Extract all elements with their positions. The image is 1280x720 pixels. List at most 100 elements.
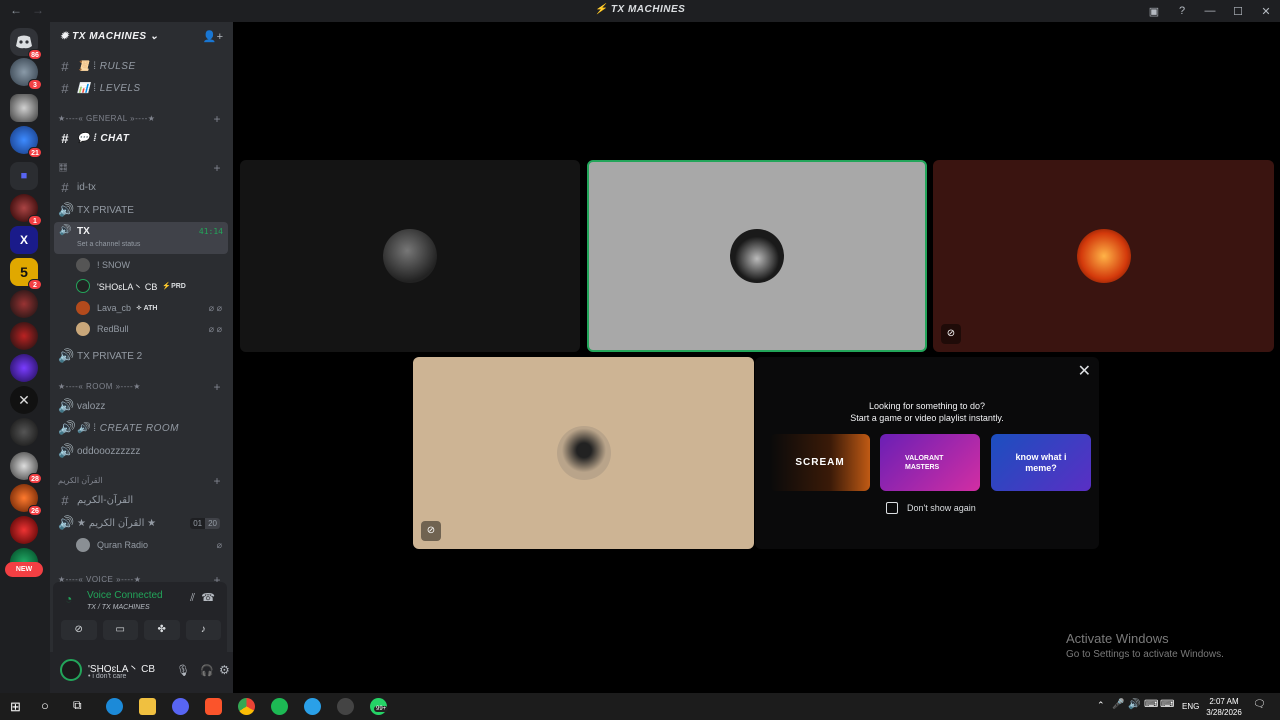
voice-member[interactable]: ! SNOW <box>76 256 222 274</box>
help-icon[interactable]: ? <box>1168 5 1196 17</box>
noise-suppression-icon[interactable]: ⫽ <box>190 592 195 605</box>
notification-icon[interactable]: 🗨 <box>1253 699 1266 710</box>
maximize-button[interactable]: ☐ <box>1224 5 1252 18</box>
server-icon[interactable]: 3 <box>10 58 42 90</box>
channel-id-tx[interactable]: # id-tx <box>58 177 226 197</box>
server-icon[interactable] <box>10 516 38 544</box>
home-button[interactable]: 86 <box>10 28 42 60</box>
channel-tx-private[interactable]: 🔊 TX PRIVATE <box>58 200 226 220</box>
server-icon[interactable]: 1 <box>10 194 42 226</box>
mic-icon[interactable]: 🎙 <box>176 664 190 677</box>
soundboard-icon[interactable]: ♪ <box>185 620 221 640</box>
participant-avatar <box>383 229 437 283</box>
app-icon[interactable] <box>304 698 321 715</box>
voice-member[interactable]: Quran Radio ⌀ <box>76 536 222 554</box>
participant-tile[interactable]: ⊘ <box>933 160 1274 352</box>
participant-tile-speaking[interactable] <box>587 160 927 352</box>
participant-tile[interactable] <box>240 160 580 352</box>
add-member-icon[interactable]: 👤+ <box>203 30 223 43</box>
activity-card[interactable]: SCREAM <box>770 434 870 491</box>
server-icon[interactable]: 28 <box>10 452 42 484</box>
channel-levels[interactable]: # 📊 ⁞ LEVELS <box>58 78 226 98</box>
camera-off-icon[interactable]: ⊘ <box>61 620 97 640</box>
channel-rulse[interactable]: # 📜 ⁞ RULSE <box>58 56 226 76</box>
category-misc[interactable]: 🎛 + <box>58 161 223 175</box>
tray-chevron-icon[interactable]: ⌃ <box>1097 700 1105 711</box>
network-icon[interactable]: ⌨ <box>1144 699 1158 710</box>
server-icon[interactable] <box>10 94 38 122</box>
user-status[interactable]: • i don't care <box>88 673 126 680</box>
plus-icon[interactable]: + <box>213 380 221 394</box>
channel-quran-text[interactable]: # القرآن-الكريم <box>58 490 226 510</box>
headphones-icon[interactable]: 🎧 <box>200 664 214 677</box>
whatsapp-icon[interactable]: 99+ <box>370 698 389 715</box>
server-icon[interactable]: 52 <box>10 258 42 290</box>
guild-header[interactable]: ✹ TX MACHINES ⌄ <box>60 31 159 42</box>
file-explorer-icon[interactable] <box>139 698 156 715</box>
server-icon[interactable] <box>10 290 38 318</box>
edge-icon[interactable] <box>106 698 123 715</box>
channel-label: 💬 ⁞ CHAT <box>77 132 130 144</box>
plus-icon[interactable]: + <box>213 112 221 126</box>
channel-quran-voice[interactable]: 🔊 ★ القرآن الكريم ★ 01 20 <box>58 513 226 533</box>
server-icon[interactable] <box>10 418 38 446</box>
search-icon[interactable]: ○ <box>41 698 49 713</box>
chrome-icon[interactable] <box>238 698 255 715</box>
volume-icon[interactable]: 🔊 <box>1128 699 1140 710</box>
inbox-icon[interactable]: ▣ <box>1140 5 1168 18</box>
task-view-icon[interactable]: ⧉ <box>73 698 82 713</box>
server-icon[interactable]: 26 <box>10 484 42 516</box>
channel-status-prompt[interactable]: Set a channel status <box>77 241 140 248</box>
new-servers-pill[interactable]: NEW <box>5 562 43 577</box>
server-icon[interactable]: ✕ <box>10 386 38 414</box>
app-icon[interactable] <box>337 698 354 715</box>
plus-icon[interactable]: + <box>213 474 221 488</box>
server-icon[interactable] <box>10 354 38 382</box>
activities-icon[interactable]: ✤ <box>144 620 180 640</box>
server-icon-tx[interactable]: X <box>10 226 38 254</box>
activity-card[interactable]: VALORANT MASTERS <box>880 434 980 491</box>
language-indicator[interactable]: ENG <box>1182 702 1199 711</box>
server-icon[interactable]: 21 <box>10 126 42 158</box>
voice-member[interactable]: Lava_cb ✧ ATH ⌀ ⌀ <box>76 299 222 317</box>
server-badge: 21 <box>28 147 42 158</box>
server-icon[interactable] <box>10 322 38 350</box>
server-badge: 2 <box>28 279 42 290</box>
voice-member[interactable]: 'SHOɛLA丶 CB ⚡PRD <box>76 277 222 295</box>
user-avatar[interactable] <box>60 659 82 681</box>
voice-status[interactable]: Voice Connected <box>87 590 163 601</box>
channel-oddoo[interactable]: 🔊 oddooozzzzzz <box>58 441 226 461</box>
activity-card[interactable]: know what i meme? <box>991 434 1091 491</box>
settings-icon[interactable]: ⚙ <box>219 663 230 677</box>
keyboard-icon[interactable]: ⌨ <box>1160 699 1174 710</box>
plus-icon[interactable]: + <box>213 161 221 175</box>
category-general[interactable]: ★----« GENERAL »----★ + <box>58 112 223 126</box>
screen-share-icon[interactable]: ▭ <box>102 620 138 640</box>
channel-tx-active[interactable]: 🔊 TX 41:14 Set a channel status <box>54 222 228 254</box>
folder-icon[interactable]: ■ <box>10 162 38 190</box>
category-quran[interactable]: القرآن الكريم + <box>58 474 223 488</box>
channel-valozz[interactable]: 🔊 valozz <box>58 396 226 416</box>
close-icon[interactable]: ✕ <box>1078 361 1091 381</box>
windows-start-icon[interactable]: ⊞ <box>10 699 21 715</box>
deafened-icon: ⌀ <box>216 539 222 550</box>
close-button[interactable]: ✕ <box>1252 5 1280 18</box>
dont-show-again-checkbox[interactable]: Don't show again <box>886 502 976 514</box>
mic-tray-icon[interactable]: 🎤 <box>1112 699 1124 710</box>
disconnect-icon[interactable]: ☎ <box>201 591 215 604</box>
voice-member[interactable]: RedBull ⌀ ⌀ <box>76 320 222 338</box>
discord-icon[interactable] <box>172 698 189 715</box>
channel-tx-private-2[interactable]: 🔊 TX PRIVATE 2 <box>58 346 226 366</box>
activity-card-label: VALORANT MASTERS <box>905 454 944 471</box>
minimize-button[interactable]: — <box>1196 5 1224 17</box>
clock[interactable]: 2:07 AM 3/28/2026 <box>1202 696 1246 718</box>
spotify-icon[interactable] <box>271 698 288 715</box>
checkbox[interactable] <box>886 502 898 514</box>
channel-create-room[interactable]: 🔊 🔊 ⁞ CREATE ROOM <box>58 418 226 438</box>
brave-icon[interactable] <box>205 698 222 715</box>
channel-chat[interactable]: # 💬 ⁞ CHAT <box>58 128 226 148</box>
participant-tile[interactable]: ⊘ <box>413 357 754 549</box>
category-room[interactable]: ★----« ROOM »----★ + <box>58 380 223 394</box>
voice-location[interactable]: TX / TX MACHINES <box>87 604 150 611</box>
guild-name: TX MACHINES <box>72 31 147 42</box>
